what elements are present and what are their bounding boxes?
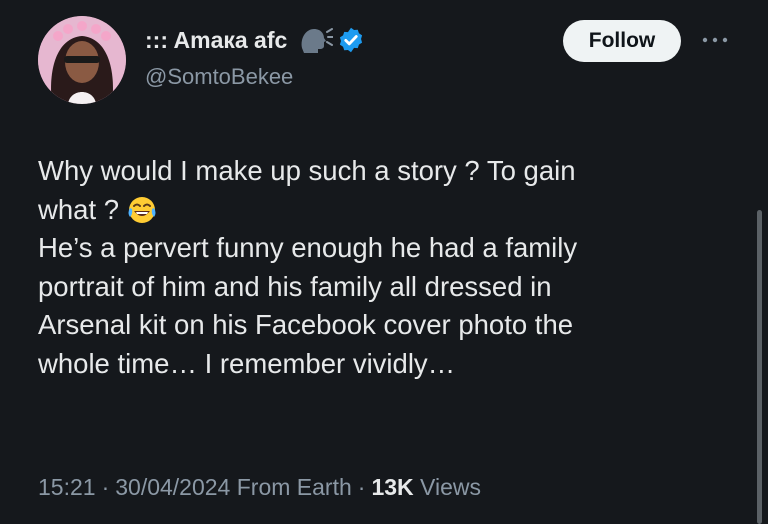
tweet-meta: 15:21 · 30/04/2024 From Earth · 13K Views bbox=[38, 474, 481, 501]
speaking-head-icon bbox=[299, 26, 335, 54]
separator: · bbox=[101, 474, 110, 500]
author-handle[interactable]: @SomtoBekee bbox=[145, 64, 293, 90]
author-display-name[interactable]: ::: Amaкa afc bbox=[145, 26, 287, 54]
tweet-line: whole time… I remember vividly… bbox=[38, 347, 456, 379]
views-label: Views bbox=[420, 474, 481, 500]
follow-button[interactable]: Follow bbox=[563, 20, 681, 62]
tweet-line: portrait of him and his family all dress… bbox=[38, 270, 552, 302]
tweet-line-with-emoji: what ? bbox=[38, 191, 728, 230]
author-display-name-row[interactable]: ::: Amaкa afc bbox=[145, 26, 365, 54]
tweet-line: He’s a pervert funny enough he had a fam… bbox=[38, 232, 578, 263]
tweet-date[interactable]: 30/04/2024 bbox=[115, 474, 230, 500]
verified-badge-icon bbox=[337, 26, 365, 54]
face-with-tears-of-joy-icon bbox=[127, 195, 157, 225]
tweet-line: Arsenal kit on his Facebook cover photo … bbox=[38, 309, 574, 340]
tweet-line: what ? bbox=[38, 193, 120, 225]
tweet-line: Why would I make up such a story ? To ga… bbox=[38, 155, 576, 186]
ellipsis-icon[interactable] bbox=[700, 30, 730, 50]
tweet-text: Why would I make up such a story ? To ga… bbox=[38, 152, 728, 383]
scrollbar[interactable] bbox=[757, 210, 762, 524]
separator: · bbox=[357, 474, 366, 500]
views-count[interactable]: 13K bbox=[371, 474, 413, 500]
tweet-time[interactable]: 15:21 bbox=[38, 474, 96, 500]
avatar[interactable] bbox=[38, 16, 126, 104]
tweet-source: From Earth bbox=[236, 474, 352, 500]
